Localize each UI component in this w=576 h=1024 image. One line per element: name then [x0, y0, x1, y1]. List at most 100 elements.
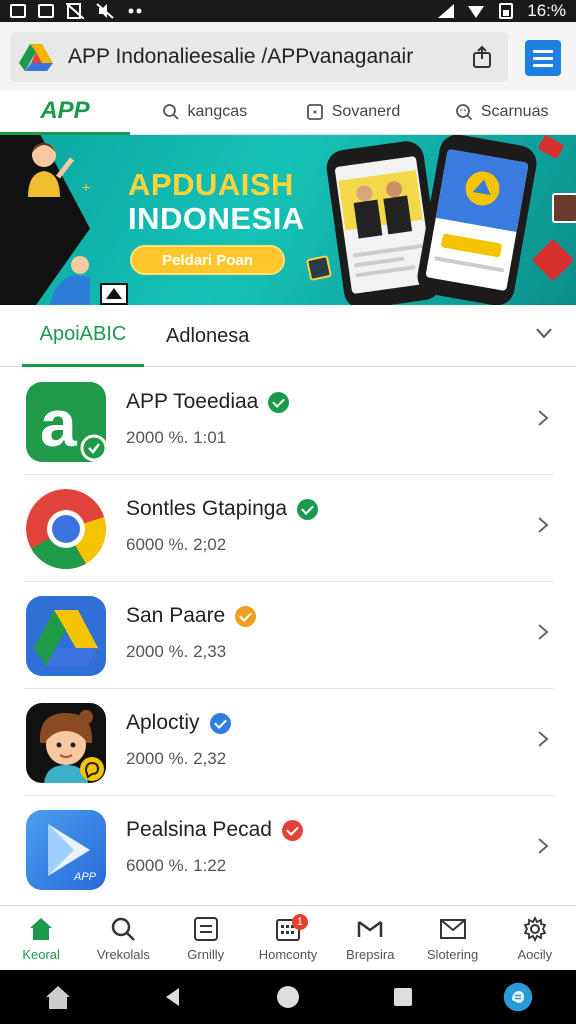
phone-screen [425, 148, 529, 292]
system-home-button[interactable] [43, 982, 73, 1012]
circle-home-icon [276, 986, 299, 1008]
bottom-nav: Keoral Vrekolals Grnilly 1 Homconty Brep… [0, 905, 576, 970]
back-triangle-icon [165, 988, 179, 1006]
drive-logo-icon [34, 610, 98, 666]
share-icon[interactable] [470, 45, 494, 69]
app-meta: 6000 %. 2;02 [126, 535, 227, 554]
address-area: APP Indonalieesalie /APPvanaganair [0, 22, 576, 90]
app-icon-aptoide: a [26, 382, 106, 462]
envelope-icon [439, 918, 466, 939]
dots-icon [128, 8, 142, 14]
app-name: APP Toeediaa [126, 390, 290, 414]
tab-scarnuas[interactable]: Scarnuas [427, 103, 576, 121]
search-icon [112, 917, 136, 941]
tab-kangcas[interactable]: kangcas [130, 103, 279, 121]
nav-item-envelope[interactable]: Slotering [411, 906, 493, 970]
assistant-hand-icon [504, 982, 533, 1012]
nav-label: Keoral [22, 946, 60, 962]
screen-line [354, 256, 405, 268]
notification-badge: 1 [291, 914, 308, 930]
nav-item-list[interactable]: Grnilly [165, 906, 247, 970]
app-name: Pealsina Pecad [126, 818, 303, 842]
home-icon [30, 917, 53, 940]
nav-item-settings[interactable]: Aocily [494, 906, 576, 970]
house-icon [45, 986, 70, 1009]
app-name-text: Sontles Gtapinga [126, 497, 288, 520]
app-name-text: APP Toeediaa [126, 390, 259, 413]
banner-cta-button[interactable]: Peldari Poan [130, 245, 285, 275]
verified-badge-icon [268, 391, 290, 413]
app-icon-drive [26, 596, 106, 676]
nav-label: Aocily [517, 946, 553, 962]
tab-sovanerd[interactable]: Sovanerd [279, 103, 428, 121]
url-text: APP Indonalieesalie /APPvanaganair [68, 45, 414, 68]
svg-text:a: a [40, 386, 78, 460]
cartoon-person-icon [28, 143, 74, 197]
smile-icon [455, 104, 473, 121]
app-icon-chrome [26, 489, 106, 569]
screen-line [434, 256, 505, 273]
screen-button-block [440, 233, 503, 258]
letter-a-icon: a [40, 386, 106, 462]
verified-badge-icon [235, 605, 257, 627]
chevron-right-icon [538, 731, 549, 747]
promo-banner[interactable]: + APDUAISH INDONESIA Peldari Poan [0, 135, 576, 305]
app-meta: 2000 %. 2,33 [126, 642, 227, 661]
phone-mockup-right [414, 135, 540, 305]
list-icon [193, 916, 218, 941]
drive-logo-icon [19, 44, 53, 71]
app-logo-icon [465, 171, 500, 206]
banner-title-line2: INDONESIA [128, 201, 305, 236]
tab-logo[interactable]: APP [0, 90, 130, 135]
wifi-icon [468, 6, 485, 18]
square-recents-icon [394, 988, 413, 1006]
logo-mark-icon [100, 283, 128, 305]
system-recents-button[interactable] [388, 982, 418, 1012]
svg-text:APP: APP [73, 871, 97, 883]
list-item[interactable]: a APP Toeediaa 2000 %. 1:01 [24, 368, 554, 475]
chevron-down-icon[interactable] [534, 323, 554, 343]
nav-item-search[interactable]: Vrekolals [82, 906, 164, 970]
system-assistant-button[interactable] [503, 982, 533, 1012]
verified-badge-icon [281, 819, 303, 841]
url-bar[interactable]: APP Indonalieesalie /APPvanaganair [10, 32, 508, 82]
deco-card-icon [537, 135, 565, 160]
signal-icon [438, 4, 455, 18]
nav-label: Homconty [258, 946, 318, 962]
sparkle-icon: + [82, 179, 91, 195]
cartoon-girl-icon [39, 710, 104, 783]
system-back-button[interactable] [158, 982, 188, 1012]
list-item[interactable]: APP Pealsina Pecad 6000 %. 1:22 [24, 796, 554, 903]
menu-line-icon [533, 56, 553, 60]
settings-icon [523, 915, 547, 942]
nav-item-grid[interactable]: 1 Homconty [247, 906, 329, 970]
nav-item-home[interactable]: Keoral [0, 906, 82, 970]
section-tab-other[interactable]: Adlonesa [166, 305, 249, 367]
app-list: a APP Toeediaa 2000 %. 1:01 Sontles Gtap… [24, 368, 554, 903]
section-tab-active[interactable]: ApoiABIC [22, 305, 144, 367]
chevron-right-icon [538, 624, 549, 640]
list-item[interactable]: San Paare 2000 %. 2,33 [24, 582, 554, 689]
cartoon-hand-icon [50, 256, 90, 305]
nav-item-mail[interactable]: Brepsira [329, 906, 411, 970]
screen-line [352, 243, 423, 258]
no-sim-icon [66, 3, 84, 19]
app-icon-cartoon-girl [26, 703, 106, 783]
system-circle-button[interactable] [273, 982, 303, 1012]
app-icon-play: APP [26, 810, 106, 890]
mountain-icon [38, 4, 54, 18]
list-item[interactable]: Aploctiy 2000 %. 2,32 [24, 689, 554, 796]
status-left-icons [10, 3, 144, 19]
battery-icon [499, 3, 514, 19]
app-meta: 2000 %. 1:01 [126, 428, 227, 447]
tab-label: Scarnuas [480, 103, 549, 120]
mail-icon [358, 920, 383, 937]
app-name: Aploctiy [126, 711, 231, 735]
square-icon [306, 104, 323, 120]
status-bar: 16:% [0, 0, 576, 22]
screen-line [355, 265, 416, 278]
list-item[interactable]: Sontles Gtapinga 6000 %. 2;02 [24, 475, 554, 582]
tab-label: kangcas [187, 103, 248, 120]
menu-button[interactable] [525, 40, 561, 76]
chevron-right-icon [538, 838, 549, 854]
